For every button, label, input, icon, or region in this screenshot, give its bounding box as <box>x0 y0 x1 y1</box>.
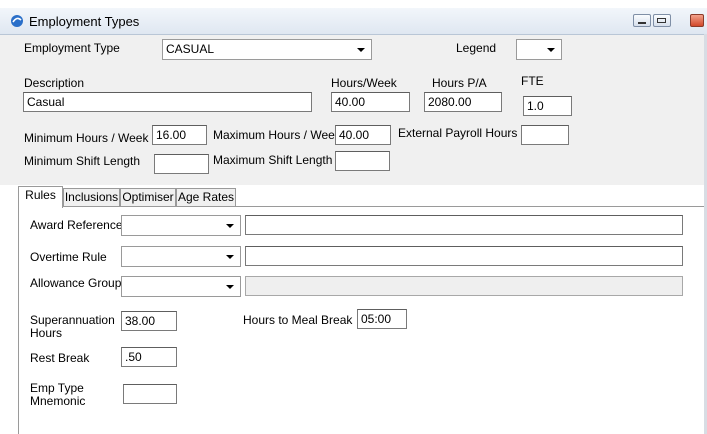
tab-optimiser[interactable]: Optimiser <box>120 188 176 207</box>
allowance-group-dropdown[interactable] <box>121 276 241 297</box>
dropdown-arrow-icon <box>357 48 365 52</box>
allowance-group-label: Allowance Group <box>30 276 122 290</box>
min-shift-length-input[interactable] <box>154 154 209 174</box>
dropdown-arrow-icon <box>226 255 234 259</box>
window-title: Employment Types <box>29 14 140 29</box>
emp-type-mnemonic-input[interactable] <box>123 384 177 404</box>
title-bar: Employment Types <box>0 8 707 35</box>
dropdown-arrow-icon <box>226 285 234 289</box>
rest-break-input[interactable]: .50 <box>121 347 177 367</box>
tab-rules[interactable]: Rules <box>18 186 63 208</box>
award-reference-description[interactable] <box>245 215 683 235</box>
external-payroll-hours-input[interactable] <box>521 125 569 145</box>
award-reference-label: Award Reference <box>30 218 123 232</box>
emp-type-mnemonic-label-line1: Emp Type <box>30 381 84 395</box>
superannuation-label-line2: Hours <box>30 326 63 340</box>
overtime-rule-dropdown[interactable] <box>121 246 241 267</box>
dropdown-arrow-icon <box>226 224 234 228</box>
hours-to-meal-break-label: Hours to Meal Break <box>243 313 353 327</box>
max-hours-week-input[interactable]: 40.00 <box>335 125 391 145</box>
hours-to-meal-break-input[interactable]: 05:00 <box>357 309 407 329</box>
overtime-rule-description[interactable] <box>245 246 683 266</box>
fte-input[interactable]: 1.0 <box>523 96 572 116</box>
external-payroll-hours-label: External Payroll Hours <box>398 126 518 140</box>
superannuation-hours-input[interactable]: 38.00 <box>121 311 177 331</box>
close-icon[interactable] <box>690 14 704 27</box>
min-shift-length-label: Minimum Shift Length <box>24 154 141 168</box>
allowance-group-description <box>245 276 683 296</box>
min-hours-week-input[interactable]: 16.00 <box>152 125 207 145</box>
award-reference-dropdown[interactable] <box>121 215 241 236</box>
legend-label: Legend <box>456 41 497 55</box>
max-shift-length-label: Maximum Shift Length <box>213 153 333 167</box>
fte-label: FTE <box>521 74 544 88</box>
tab-inclusions[interactable]: Inclusions <box>63 188 120 207</box>
maximize-icon[interactable] <box>653 14 671 27</box>
hours-pa-input[interactable]: 2080.00 <box>424 92 502 112</box>
overtime-rule-label: Overtime Rule <box>30 250 107 264</box>
employment-type-dropdown[interactable]: CASUAL <box>162 39 372 60</box>
hours-week-label: Hours/Week <box>331 76 397 90</box>
dropdown-arrow-icon <box>547 48 555 52</box>
hours-week-input[interactable]: 40.00 <box>331 92 410 112</box>
max-hours-week-label: Maximum Hours / Week <box>213 128 341 142</box>
hours-pa-label: Hours P/A <box>432 76 487 90</box>
minimize-icon[interactable] <box>633 14 651 27</box>
rest-break-label: Rest Break <box>30 351 90 365</box>
superannuation-label-line1: Superannuation <box>30 313 115 327</box>
min-hours-week-label: Minimum Hours / Week <box>24 131 149 145</box>
tab-age-rates[interactable]: Age Rates <box>176 188 236 207</box>
description-label: Description <box>24 76 85 90</box>
employment-type-label: Employment Type <box>24 41 120 55</box>
max-shift-length-input[interactable] <box>335 151 390 171</box>
description-input[interactable]: Casual <box>23 92 312 112</box>
app-icon <box>11 15 23 27</box>
employment-types-window: Employment Types Employment Type CASUAL … <box>0 0 707 434</box>
legend-dropdown[interactable] <box>516 39 562 60</box>
employment-type-value: CASUAL <box>166 42 215 56</box>
emp-type-mnemonic-label-line2: Mnemonic <box>30 394 86 408</box>
